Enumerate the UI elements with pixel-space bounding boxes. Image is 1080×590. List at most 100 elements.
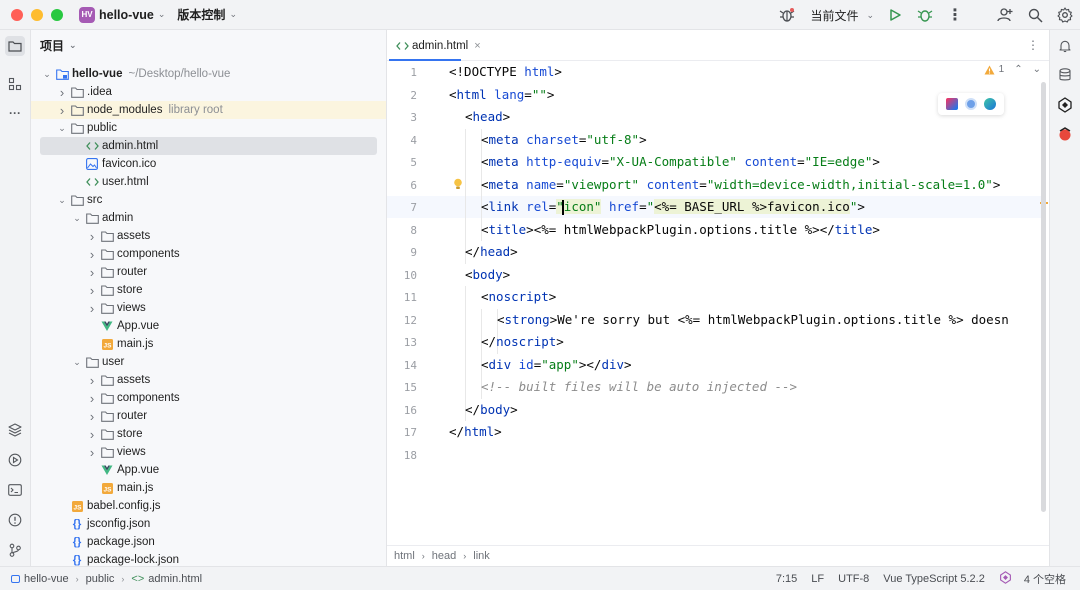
- breadcrumb-item[interactable]: link: [473, 550, 490, 562]
- zoom-window-button[interactable]: [51, 8, 63, 21]
- breadcrumb-item[interactable]: html: [394, 550, 415, 562]
- tree-item[interactable]: › assets: [31, 371, 386, 389]
- chevron-right-icon[interactable]: ›: [86, 301, 98, 316]
- tree-item[interactable]: App.vue: [31, 317, 386, 335]
- layers-icon[interactable]: [5, 420, 25, 440]
- line-number[interactable]: 10: [387, 269, 417, 282]
- breadcrumb-item[interactable]: head: [432, 550, 456, 562]
- tree-item[interactable]: {} package-lock.json: [31, 551, 386, 566]
- notifications-bell-icon[interactable]: [1056, 37, 1074, 55]
- tree-item[interactable]: JS babel.config.js: [31, 497, 386, 515]
- line-number[interactable]: 4: [387, 134, 417, 147]
- status-path-folder[interactable]: public: [86, 573, 115, 585]
- intention-bulb-icon[interactable]: [453, 178, 463, 193]
- chevron-down-icon[interactable]: ⌄: [41, 69, 53, 80]
- chevron-right-icon[interactable]: ›: [86, 247, 98, 262]
- close-tab-icon[interactable]: ×: [474, 40, 480, 52]
- close-window-button[interactable]: [11, 8, 23, 21]
- chevron-right-icon[interactable]: ›: [86, 445, 98, 460]
- code-line[interactable]: <head>: [465, 106, 510, 128]
- chevron-down-icon[interactable]: ⌄: [56, 195, 68, 206]
- code-line[interactable]: <strong>We're sorry but <%= htmlWebpackP…: [497, 309, 1009, 331]
- line-number[interactable]: 16: [387, 404, 417, 417]
- code-line[interactable]: <link rel="icon" href="<%= BASE_URL %>fa…: [481, 196, 865, 218]
- line-number[interactable]: 15: [387, 381, 417, 394]
- debug-bug-icon[interactable]: [772, 0, 802, 30]
- vertical-scrollbar[interactable]: [1041, 82, 1046, 512]
- code-line[interactable]: <title><%= htmlWebpackPlugin.options.tit…: [481, 219, 880, 241]
- code-line[interactable]: </noscript>: [481, 331, 564, 353]
- tree-item[interactable]: ⌄ user: [31, 353, 386, 371]
- code-line[interactable]: <html lang="">: [449, 84, 554, 106]
- line-number[interactable]: 1: [387, 66, 417, 79]
- structure-icon[interactable]: [5, 74, 25, 94]
- tree-item[interactable]: › router: [31, 407, 386, 425]
- editor-tab-admin-html[interactable]: admin.html ×: [387, 30, 481, 61]
- line-separator[interactable]: LF: [811, 573, 824, 585]
- line-number[interactable]: 7: [387, 201, 417, 214]
- code-line[interactable]: <noscript>: [481, 286, 556, 308]
- line-number[interactable]: 13: [387, 336, 417, 349]
- code-line[interactable]: <meta charset="utf-8">: [481, 129, 647, 151]
- services-run-icon[interactable]: [5, 450, 25, 470]
- tree-item[interactable]: › store: [31, 425, 386, 443]
- line-number[interactable]: 6: [387, 179, 417, 192]
- database-icon[interactable]: [1056, 66, 1074, 84]
- chevron-right-icon[interactable]: ›: [86, 391, 98, 406]
- chrome-browser-icon[interactable]: [964, 98, 977, 110]
- tree-item[interactable]: {} package.json: [31, 533, 386, 551]
- tree-item[interactable]: › assets: [31, 227, 386, 245]
- more-actions-icon[interactable]: ⋮: [940, 0, 970, 30]
- debug-icon[interactable]: [910, 0, 940, 30]
- next-highlight-icon[interactable]: ⌄: [1033, 64, 1041, 75]
- file-encoding[interactable]: UTF-8: [838, 573, 869, 585]
- language-service[interactable]: Vue TypeScript 5.2.2: [883, 573, 985, 585]
- indent-setting[interactable]: 4 个空格: [1024, 571, 1066, 587]
- tree-item[interactable]: JS main.js: [31, 479, 386, 497]
- line-number[interactable]: 8: [387, 224, 417, 237]
- minimize-window-button[interactable]: [31, 8, 43, 21]
- run-configuration-selector[interactable]: 当前文件: [810, 7, 858, 24]
- caret-position[interactable]: 7:15: [776, 573, 797, 585]
- code-line[interactable]: </body>: [465, 399, 518, 421]
- tree-item[interactable]: ⌄ src: [31, 191, 386, 209]
- add-user-icon[interactable]: [990, 0, 1020, 30]
- chevron-down-icon[interactable]: ⌄: [71, 357, 83, 368]
- tree-item[interactable]: {} jsconfig.json: [31, 515, 386, 533]
- line-number[interactable]: 9: [387, 246, 417, 259]
- tree-item[interactable]: › .idea: [31, 83, 386, 101]
- tree-item[interactable]: user.html: [31, 173, 386, 191]
- tree-item[interactable]: JS main.js: [31, 335, 386, 353]
- ai-assistant-status-icon[interactable]: [999, 571, 1012, 587]
- terminal-icon[interactable]: [5, 480, 25, 500]
- line-number[interactable]: 11: [387, 291, 417, 304]
- tree-item[interactable]: App.vue: [31, 461, 386, 479]
- problems-icon[interactable]: [5, 510, 25, 530]
- project-folder-icon[interactable]: [5, 36, 25, 56]
- chevron-right-icon[interactable]: ›: [56, 85, 68, 100]
- project-panel-header[interactable]: 项目 ⌄: [31, 30, 386, 61]
- project-selector[interactable]: hello-vue: [99, 8, 154, 22]
- chevron-right-icon[interactable]: ›: [86, 229, 98, 244]
- tree-item[interactable]: › views: [31, 299, 386, 317]
- tree-item[interactable]: › views: [31, 443, 386, 461]
- tree-item[interactable]: › router: [31, 263, 386, 281]
- vcs-menu[interactable]: 版本控制: [177, 6, 225, 23]
- code-line[interactable]: </html>: [449, 421, 502, 443]
- chevron-down-icon[interactable]: ⌄: [71, 213, 83, 224]
- tree-item[interactable]: › node_modules library root: [31, 101, 386, 119]
- tab-options-icon[interactable]: ⋮: [1027, 38, 1039, 52]
- chevron-right-icon[interactable]: ›: [86, 409, 98, 424]
- status-path-project[interactable]: hello-vue: [24, 573, 69, 585]
- chevron-right-icon[interactable]: ›: [86, 265, 98, 280]
- code-line[interactable]: </head>: [465, 241, 518, 263]
- status-path-file[interactable]: admin.html: [148, 573, 202, 585]
- chevron-right-icon[interactable]: ›: [86, 427, 98, 442]
- run-icon[interactable]: [880, 0, 910, 30]
- line-number[interactable]: 18: [387, 449, 417, 462]
- chevron-right-icon[interactable]: ›: [56, 103, 68, 118]
- tree-item[interactable]: admin.html: [40, 137, 377, 155]
- tree-item[interactable]: › components: [31, 245, 386, 263]
- search-icon[interactable]: [1020, 0, 1050, 30]
- chevron-right-icon[interactable]: ›: [86, 283, 98, 298]
